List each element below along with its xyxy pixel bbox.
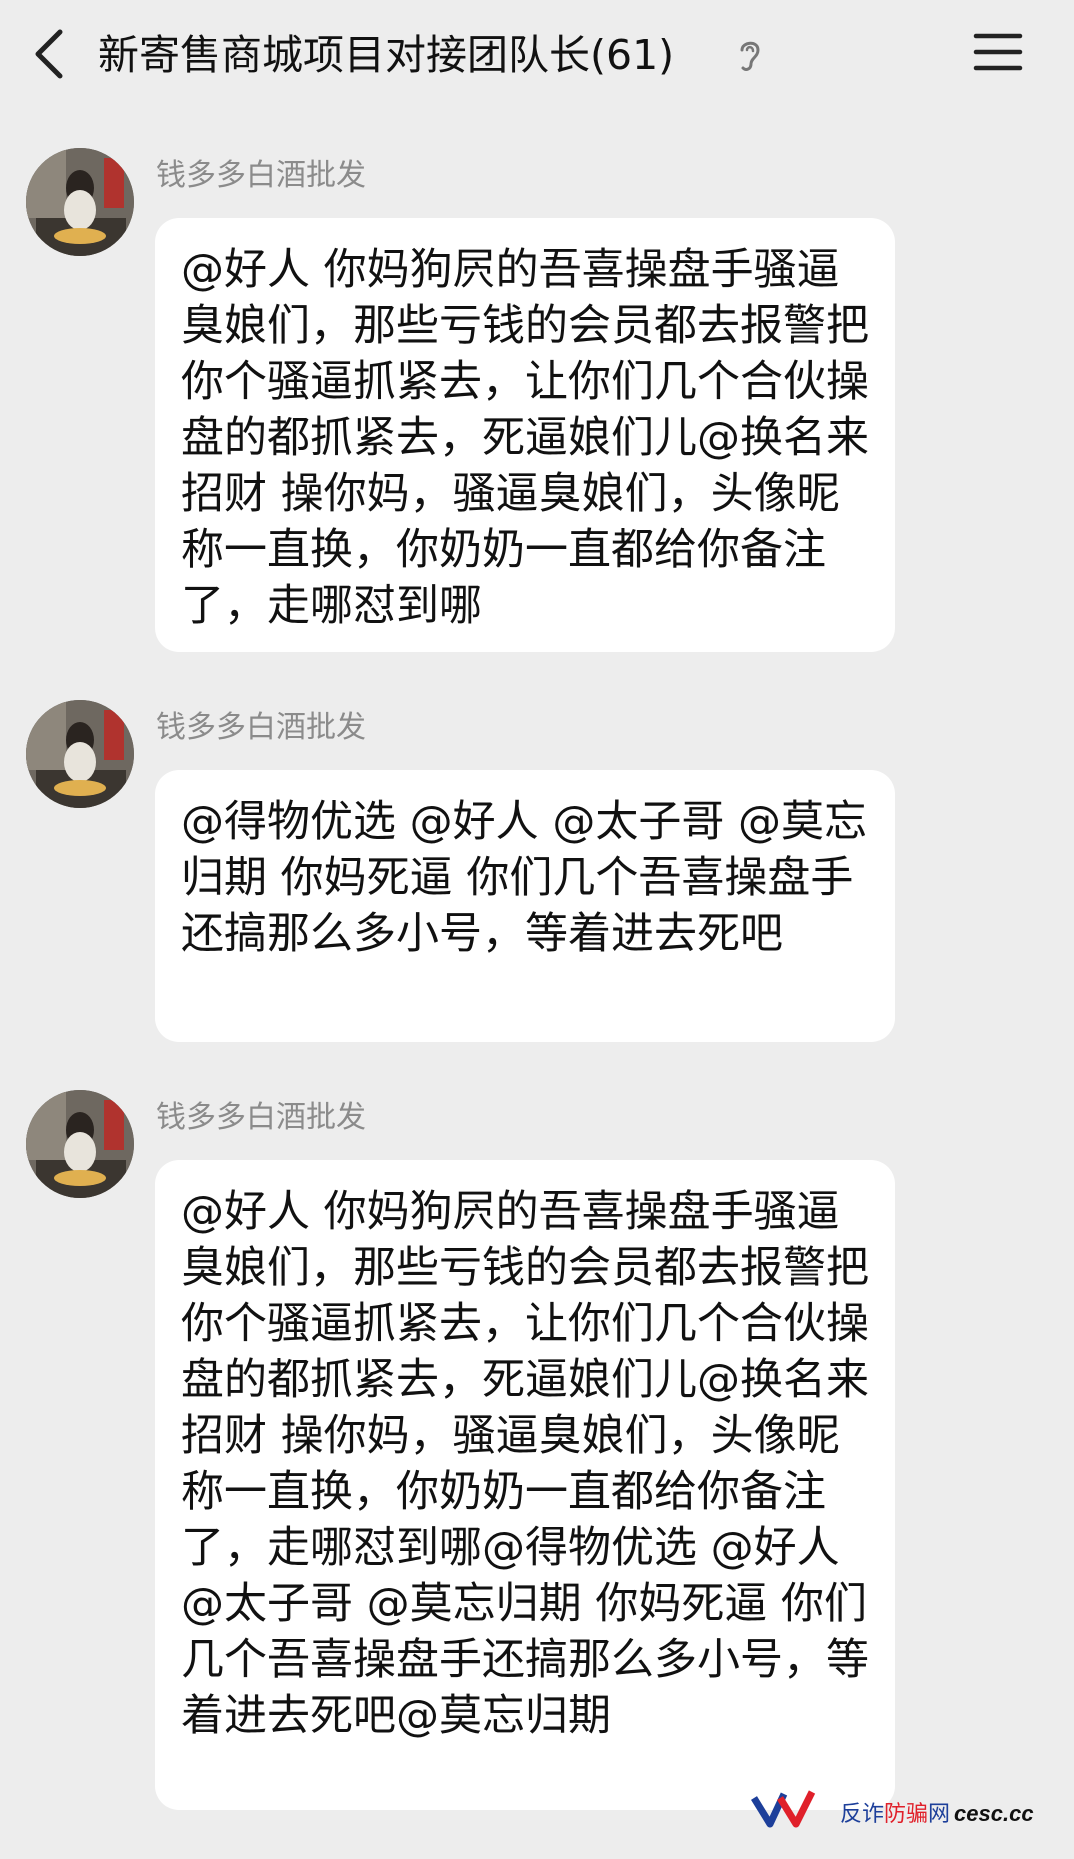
avatar[interactable] [26,1090,134,1198]
back-button[interactable] [28,26,72,82]
message-bubble[interactable]: @好人 你妈狗屄的吾喜操盘手骚逼臭娘们，那些亏钱的会员都去报警把你个骚逼抓紧去，… [155,1160,895,1810]
avatar[interactable] [26,700,134,808]
watermark-text-1: 反诈 [840,1801,885,1826]
chevron-left-icon [35,29,63,79]
chat-title: 新寄售商城项目对接团队长(61) [98,31,675,79]
watermark-text-3: 网 [928,1801,951,1826]
sender-name: 钱多多白酒批发 [156,1100,366,1135]
watermark-text: 反诈防骗网 cesc.cc [840,1796,1034,1828]
sender-name: 钱多多白酒批发 [156,710,366,745]
avatar[interactable] [26,148,134,256]
message-bubble[interactable]: @好人 你妈狗屄的吾喜操盘手骚逼臭娘们，那些亏钱的会员都去报警把你个骚逼抓紧去，… [155,218,895,652]
more-menu-button[interactable] [972,30,1024,74]
watermark: 反诈防骗网 cesc.cc [750,1780,1050,1840]
message-bubble[interactable]: @得物优选 @好人 @太子哥 @莫忘归期 你妈死逼 你们几个吾喜操盘手还搞那么多… [155,770,895,1042]
hamburger-menu-icon [973,33,1023,71]
watermark-text-4: cesc.cc [954,1801,1034,1826]
sender-name: 钱多多白酒批发 [156,158,366,193]
chat-header: 新寄售商城项目对接团队长(61) [0,0,1074,112]
ear-icon [736,36,764,74]
anti-fraud-logo [751,1790,816,1828]
watermark-text-2: 防骗 [884,1801,929,1826]
